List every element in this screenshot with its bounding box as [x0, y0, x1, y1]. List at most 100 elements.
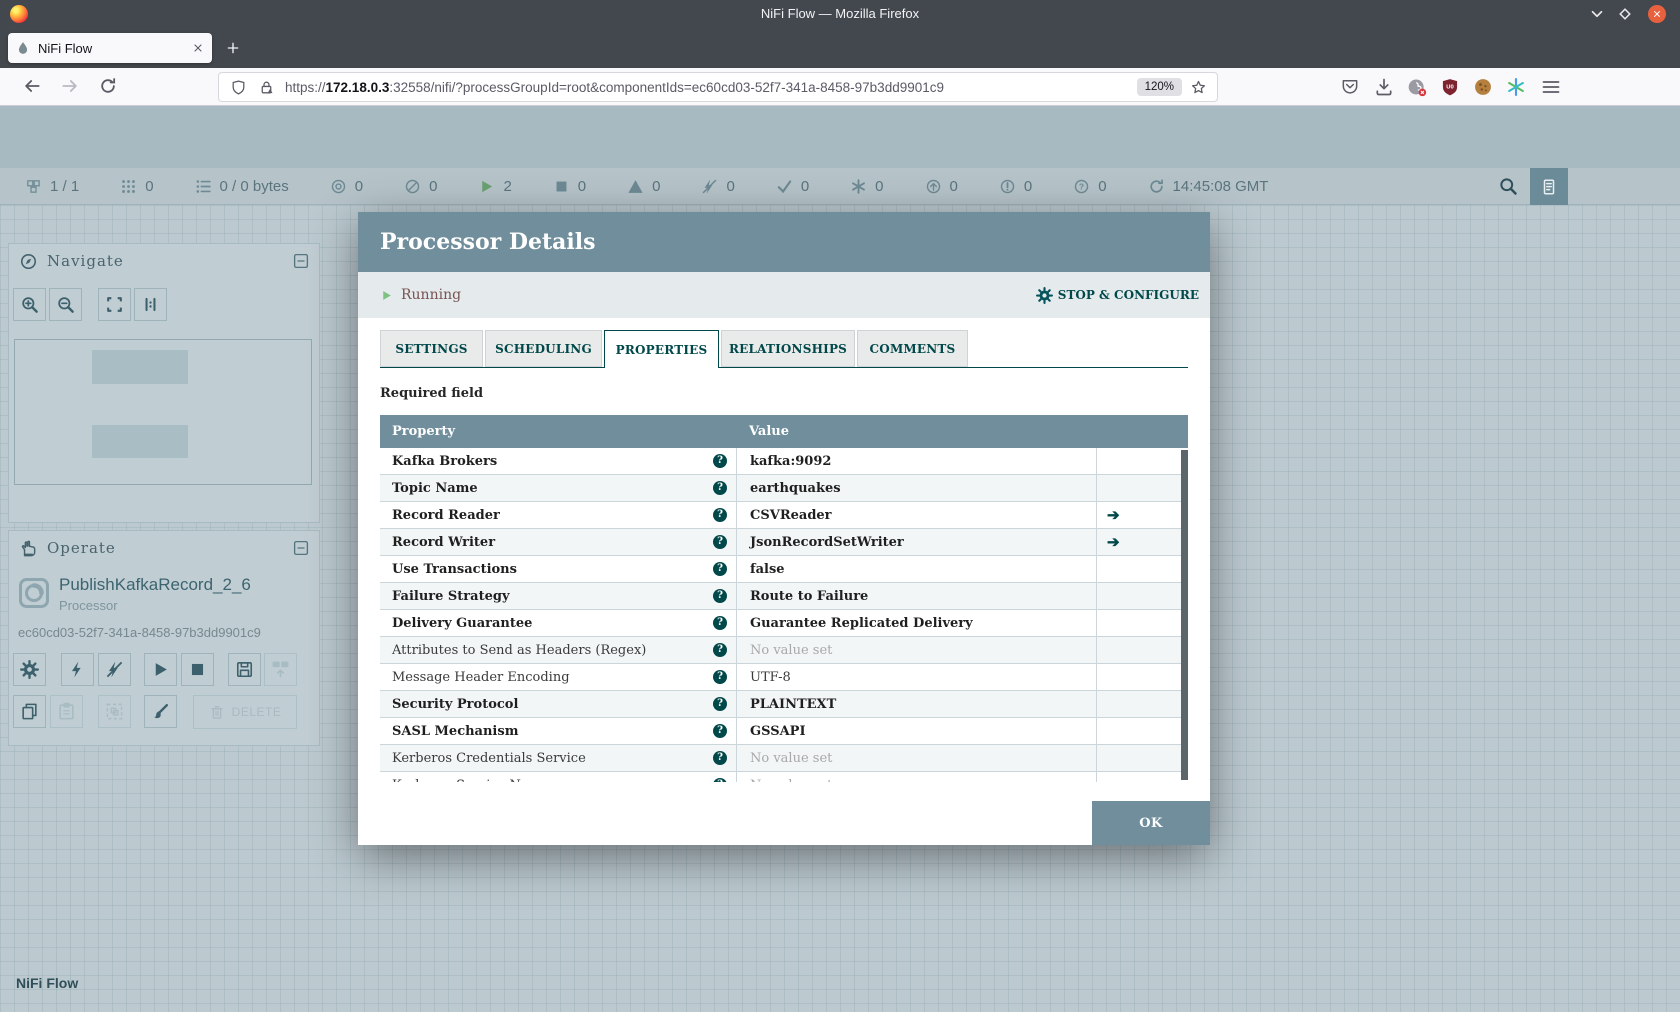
tab-comments[interactable]: COMMENTS: [857, 330, 968, 367]
property-row[interactable]: Kerberos Service Name?No value set: [380, 772, 1188, 782]
property-row[interactable]: Record Reader? CSVReader ➔: [380, 502, 1188, 529]
help-icon[interactable]: ?: [713, 562, 727, 576]
upload-template-button: [264, 653, 297, 686]
ublock-origin-icon[interactable]: [1440, 77, 1460, 97]
property-value[interactable]: false: [736, 556, 1096, 582]
browser-tab[interactable]: NiFi Flow: [8, 33, 212, 63]
tab-close-icon[interactable]: [192, 42, 204, 54]
ok-button[interactable]: OK: [1092, 801, 1210, 845]
tab-relationships[interactable]: RELATIONSHIPS: [721, 330, 855, 367]
snowflake-extension-icon[interactable]: [1506, 77, 1526, 97]
cookie-extension-icon[interactable]: [1473, 77, 1493, 97]
zoom-actual-size-button[interactable]: [134, 288, 167, 321]
property-row[interactable]: Attributes to Send as Headers (Regex)? No…: [380, 637, 1188, 664]
group-button: [98, 695, 131, 728]
property-value[interactable]: GSSAPI: [736, 718, 1096, 744]
help-icon[interactable]: ?: [713, 616, 727, 630]
property-extra-cell: ➔: [1096, 502, 1188, 528]
go-to-service-icon[interactable]: ➔: [1107, 533, 1120, 551]
property-row[interactable]: Failure Strategy? Route to Failure: [380, 583, 1188, 610]
create-template-button[interactable]: [228, 653, 261, 686]
property-row[interactable]: Kafka Brokers? kafka:9092: [380, 448, 1188, 475]
property-row[interactable]: Message Header Encoding? UTF-8: [380, 664, 1188, 691]
refresh-icon[interactable]: [1148, 178, 1165, 195]
tab-settings[interactable]: SETTINGS: [380, 330, 483, 367]
property-value[interactable]: kafka:9092: [736, 448, 1096, 474]
property-value[interactable]: earthquakes: [736, 475, 1096, 501]
tab-scheduling[interactable]: SCHEDULING: [485, 330, 602, 367]
property-value[interactable]: No value set: [736, 745, 1096, 771]
property-value[interactable]: No value set: [736, 772, 1096, 782]
zoom-level-badge[interactable]: 120%: [1136, 78, 1182, 96]
window-close-button[interactable]: [1648, 5, 1666, 23]
extension-icon[interactable]: [1407, 77, 1427, 97]
breadcrumb[interactable]: NiFi Flow: [16, 975, 78, 991]
window-maximize-button[interactable]: [1616, 5, 1634, 23]
birdseye-minimap[interactable]: [14, 339, 312, 485]
new-tab-button[interactable]: [222, 37, 244, 59]
required-field-note: Required field: [380, 386, 484, 401]
help-icon[interactable]: ?: [713, 508, 727, 522]
reload-button[interactable]: [98, 76, 120, 98]
url-text[interactable]: https://172.18.0.3:32558/nifi/?processGr…: [285, 80, 1137, 95]
help-icon[interactable]: ?: [713, 643, 727, 657]
back-button[interactable]: [22, 76, 44, 98]
zoom-in-button[interactable]: [13, 288, 46, 321]
change-color-button[interactable]: [144, 695, 177, 728]
zoom-fit-button[interactable]: [98, 288, 131, 321]
help-icon[interactable]: ?: [713, 454, 727, 468]
help-icon[interactable]: ?: [713, 589, 727, 603]
property-row[interactable]: Record Writer? JsonRecordSetWriter ➔: [380, 529, 1188, 556]
property-value[interactable]: CSVReader: [736, 502, 1096, 528]
property-value[interactable]: Guarantee Replicated Delivery: [736, 610, 1096, 636]
help-icon[interactable]: ?: [713, 724, 727, 738]
window-minimize-button[interactable]: [1588, 5, 1606, 23]
tracking-shield-icon[interactable]: [230, 79, 247, 96]
property-value[interactable]: No value set: [736, 637, 1096, 663]
navigate-panel: Navigate: [8, 243, 320, 523]
stop-button[interactable]: [181, 653, 214, 686]
help-icon[interactable]: ?: [713, 670, 727, 684]
navigate-collapse-icon[interactable]: [292, 252, 310, 270]
property-value[interactable]: JsonRecordSetWriter: [736, 529, 1096, 555]
property-row[interactable]: Delivery Guarantee? Guarantee Replicated …: [380, 610, 1188, 637]
search-icon[interactable]: [1498, 176, 1518, 196]
dialog-tabbar: SETTINGS SCHEDULING PROPERTIES RELATIONSHIP…: [380, 330, 968, 368]
url-bar[interactable]: https://172.18.0.3:32558/nifi/?processGr…: [218, 72, 1218, 102]
browser-menu-icon[interactable]: [1541, 77, 1561, 97]
help-icon[interactable]: ?: [713, 535, 727, 549]
operate-collapse-icon[interactable]: [292, 539, 310, 557]
connection-lock-icon[interactable]: [258, 79, 275, 96]
disable-button[interactable]: [98, 653, 131, 686]
downloads-icon[interactable]: [1374, 77, 1394, 97]
property-row[interactable]: Security Protocol? PLAINTEXT: [380, 691, 1188, 718]
property-value[interactable]: PLAINTEXT: [736, 691, 1096, 717]
navigate-panel-header: Navigate: [9, 244, 319, 278]
go-to-service-icon[interactable]: ➔: [1107, 506, 1120, 524]
start-button[interactable]: [144, 653, 177, 686]
property-row[interactable]: Kerberos Credentials Service? No value se…: [380, 745, 1188, 772]
table-scrollbar[interactable]: [1181, 450, 1188, 780]
tab-properties[interactable]: PROPERTIES: [604, 330, 719, 368]
stop-and-configure-button[interactable]: STOP & CONFIGURE: [1036, 272, 1199, 318]
property-value[interactable]: UTF-8: [736, 664, 1096, 690]
help-icon[interactable]: ?: [713, 778, 727, 782]
help-icon[interactable]: ?: [713, 481, 727, 495]
copy-button[interactable]: [13, 695, 46, 728]
property-row[interactable]: SASL Mechanism? GSSAPI: [380, 718, 1188, 745]
status-refresh[interactable]: 14:45:08 GMT: [1148, 178, 1268, 195]
enable-button[interactable]: [61, 653, 94, 686]
help-icon[interactable]: ?: [713, 751, 727, 765]
status-cluster-value: 1 / 1: [50, 178, 80, 195]
property-row[interactable]: Topic Name? earthquakes: [380, 475, 1188, 502]
zoom-out-button[interactable]: [49, 288, 82, 321]
configure-button[interactable]: [13, 653, 46, 686]
selected-component-name: PublishKafkaRecord_2_6: [59, 575, 251, 594]
forward-button[interactable]: [60, 76, 82, 98]
property-row[interactable]: Use Transactions? false: [380, 556, 1188, 583]
status-history-panel-button[interactable]: [1530, 168, 1568, 205]
property-value[interactable]: Route to Failure: [736, 583, 1096, 609]
pocket-icon[interactable]: [1340, 77, 1360, 97]
help-icon[interactable]: ?: [713, 697, 727, 711]
bookmark-star-icon[interactable]: [1190, 79, 1207, 96]
